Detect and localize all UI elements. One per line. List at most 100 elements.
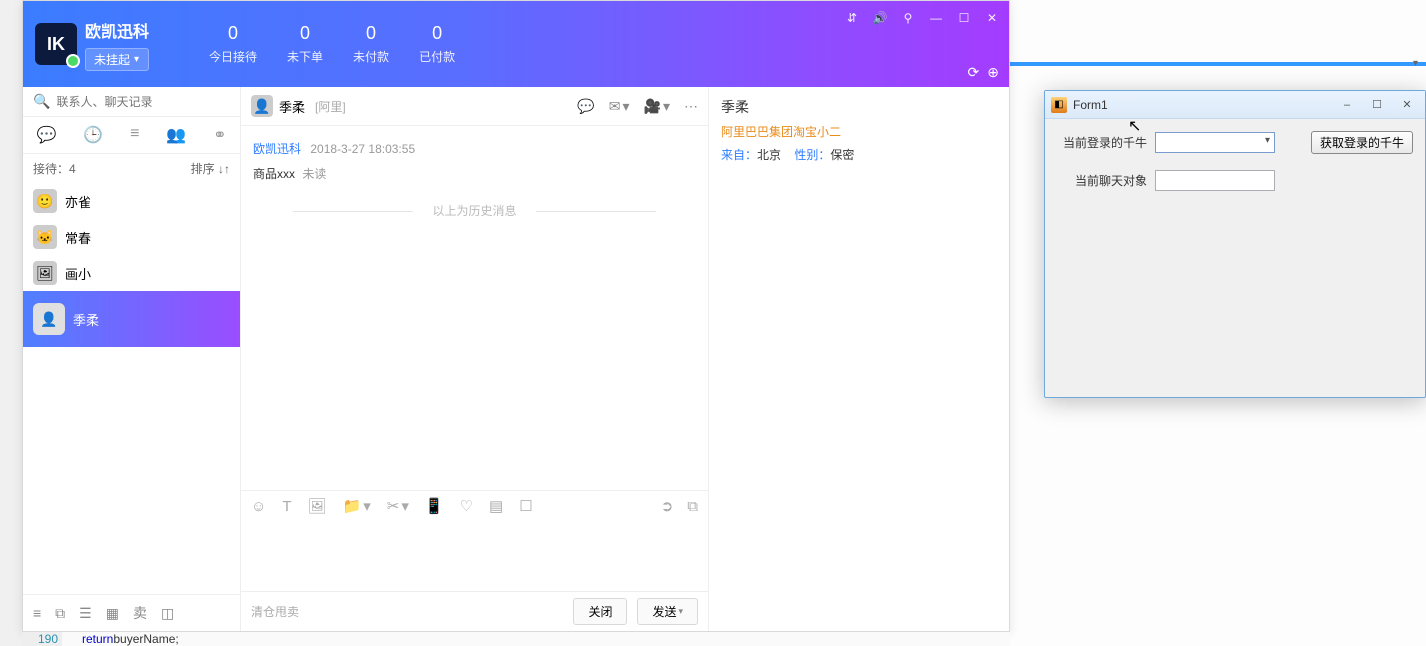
new-window-icon[interactable]: ⧉ xyxy=(687,497,698,515)
tab-contact-icon[interactable]: ≡ xyxy=(130,125,139,145)
stat-label: 未下单 xyxy=(287,48,323,65)
background-blue-bar xyxy=(1010,62,1426,66)
tab-history-icon[interactable]: 🕒 xyxy=(83,125,103,145)
maximize-icon[interactable]: ☐ xyxy=(955,9,973,27)
avatar: 👤 xyxy=(33,303,65,335)
grid-icon[interactable]: ▦ xyxy=(106,605,119,622)
folder-icon[interactable]: 📁▾ xyxy=(343,497,371,515)
stat-num: 0 xyxy=(419,23,455,44)
stat-unpaid[interactable]: 0 未付款 xyxy=(353,23,389,65)
contact-item[interactable]: 🙂 亦雀 xyxy=(23,183,240,219)
stat-label: 未付款 xyxy=(353,48,389,65)
send-bubble-icon[interactable]: ➲ xyxy=(661,497,674,515)
form1-app-icon: ◧ xyxy=(1051,97,1067,113)
sidebar: 🔍 💬 🕒 ≡ 👥 ⚭ 接待：4 排序 ↓↑ 🙂 亦雀 🐱 xyxy=(23,87,241,631)
more-icon[interactable]: ⋯ xyxy=(684,98,698,115)
text-icon[interactable]: T xyxy=(282,498,291,515)
scissors-icon[interactable]: ✂▾ xyxy=(387,497,409,515)
window-icon[interactable]: ⧉ xyxy=(55,605,65,622)
stat-num: 0 xyxy=(287,23,323,44)
close-button[interactable]: 关闭 xyxy=(573,598,627,625)
app-title: 欧凯迅科 xyxy=(85,18,149,42)
message-status: 未读 xyxy=(302,167,326,181)
stat-num: 0 xyxy=(209,23,257,44)
tab-friends-icon[interactable]: 👥 xyxy=(166,125,186,145)
chat-header-actions: 💬 ✉▾ 🎥▾ ⋯ xyxy=(577,98,698,115)
status-dropdown[interactable]: 未挂起 xyxy=(85,48,149,71)
search-row: 🔍 xyxy=(23,87,240,117)
mail-icon[interactable]: ✉▾ xyxy=(609,98,630,115)
contact-item[interactable]: 🐱 常春 xyxy=(23,219,240,255)
refresh-icon[interactable]: ⟳ xyxy=(968,64,980,81)
contact-item[interactable]: 🖼 画小 xyxy=(23,255,240,291)
info-panel: 季柔 阿里巴巴集团淘宝小二 来自：北京 性别：保密 xyxy=(709,87,1009,631)
chat-avatar: 👤 xyxy=(251,95,273,117)
stat-paid[interactable]: 0 已付款 xyxy=(419,23,455,65)
gender-value: 保密 xyxy=(830,148,854,162)
stat-no-order[interactable]: 0 未下单 xyxy=(287,23,323,65)
network-icon[interactable]: ⇵ xyxy=(843,9,861,27)
ide-snippet: 190 return buyerName; xyxy=(22,632,1010,646)
chat-history[interactable]: 欧凯迅科 2018-3-27 18:03:55 商品xxx 未读 以上为历史消息 xyxy=(241,126,708,490)
avatar: 🐱 xyxy=(33,225,57,249)
emoji-icon[interactable]: ☺ xyxy=(251,498,266,515)
bubble-icon[interactable]: 💬 xyxy=(577,98,594,115)
image-icon[interactable]: 🖼 xyxy=(308,497,327,515)
contact-name: 常春 xyxy=(65,228,91,247)
search-input[interactable] xyxy=(56,95,230,109)
calculator-icon[interactable]: ▤ xyxy=(489,497,503,515)
message-input[interactable] xyxy=(241,521,708,591)
video-icon[interactable]: 🎥▾ xyxy=(644,98,670,115)
minimize-icon[interactable]: — xyxy=(927,9,945,27)
code-keyword: return xyxy=(82,632,113,646)
header-action-icons: ⟳ ⊕ xyxy=(968,64,999,81)
stat-label: 今日接待 xyxy=(209,48,257,65)
sort-button[interactable]: 排序 ↓↑ xyxy=(191,160,230,177)
phone-icon[interactable]: 📱 xyxy=(425,497,444,515)
form1-body: 当前登录的千牛 获取登录的千牛 当前聊天对象 xyxy=(1045,119,1425,203)
sell-label[interactable]: 卖 xyxy=(133,603,147,623)
fetch-login-button[interactable]: 获取登录的千牛 xyxy=(1311,131,1413,154)
form1-maximize-icon[interactable]: ☐ xyxy=(1365,97,1389,113)
send-button[interactable]: 发送 xyxy=(637,598,698,625)
send-button-label: 发送 xyxy=(652,603,676,620)
text-current-chat[interactable] xyxy=(1155,170,1275,191)
pin-icon[interactable]: ⚲ xyxy=(899,9,917,27)
app-logo[interactable]: IK xyxy=(35,23,77,65)
card-icon[interactable]: ☐ xyxy=(519,497,532,515)
tab-group-icon[interactable]: ⚭ xyxy=(213,125,226,145)
sound-icon[interactable]: 🔊 xyxy=(871,9,889,27)
title-block: 欧凯迅科 未挂起 xyxy=(85,18,149,71)
close-icon[interactable]: ✕ xyxy=(983,9,1001,27)
history-separator: 以上为历史消息 xyxy=(253,202,696,219)
code-rest: buyerName; xyxy=(113,632,178,646)
add-icon[interactable]: ⊕ xyxy=(987,64,999,81)
status-label: 未挂起 xyxy=(94,51,130,68)
receive-count: 接待：4 xyxy=(33,160,76,177)
stat-label: 已付款 xyxy=(419,48,455,65)
info-contact-name: 季柔 xyxy=(721,97,997,117)
form1-titlebar[interactable]: ◧ Form1 – ☐ ✕ xyxy=(1045,91,1425,119)
list-icon[interactable]: ☰ xyxy=(79,605,92,622)
form1-minimize-icon[interactable]: – xyxy=(1335,97,1359,113)
menu-icon[interactable]: ≡ xyxy=(33,605,41,621)
heart-icon[interactable]: ♡ xyxy=(460,497,473,515)
form1-close-icon[interactable]: ✕ xyxy=(1395,97,1419,113)
layout-icon[interactable]: ◫ xyxy=(161,605,174,622)
contact-name: 画小 xyxy=(65,264,91,283)
bottom-bar: 清仓甩卖 关闭 发送 xyxy=(241,591,708,631)
label-current-login: 当前登录的千牛 xyxy=(1057,134,1147,151)
background-dropdown-icon: ▾ xyxy=(1413,58,1418,69)
chat-header: 👤 季柔 [阿里] 💬 ✉▾ 🎥▾ ⋯ xyxy=(241,87,708,126)
label-current-chat: 当前聊天对象 xyxy=(1057,172,1147,189)
line-number: 190 xyxy=(22,632,62,646)
combo-current-login[interactable] xyxy=(1155,132,1275,153)
status-online-badge xyxy=(66,54,80,68)
stat-today-receive[interactable]: 0 今日接待 xyxy=(209,23,257,65)
clearance-label[interactable]: 清仓甩卖 xyxy=(251,603,299,620)
form-row-login: 当前登录的千牛 获取登录的千牛 xyxy=(1057,131,1413,154)
contact-item-active[interactable]: 👤 季柔 xyxy=(23,291,240,347)
contact-name: 亦雀 xyxy=(65,192,91,211)
message-time: 2018-3-27 18:03:55 xyxy=(310,142,415,156)
tab-chats-icon[interactable]: 💬 xyxy=(36,125,56,145)
